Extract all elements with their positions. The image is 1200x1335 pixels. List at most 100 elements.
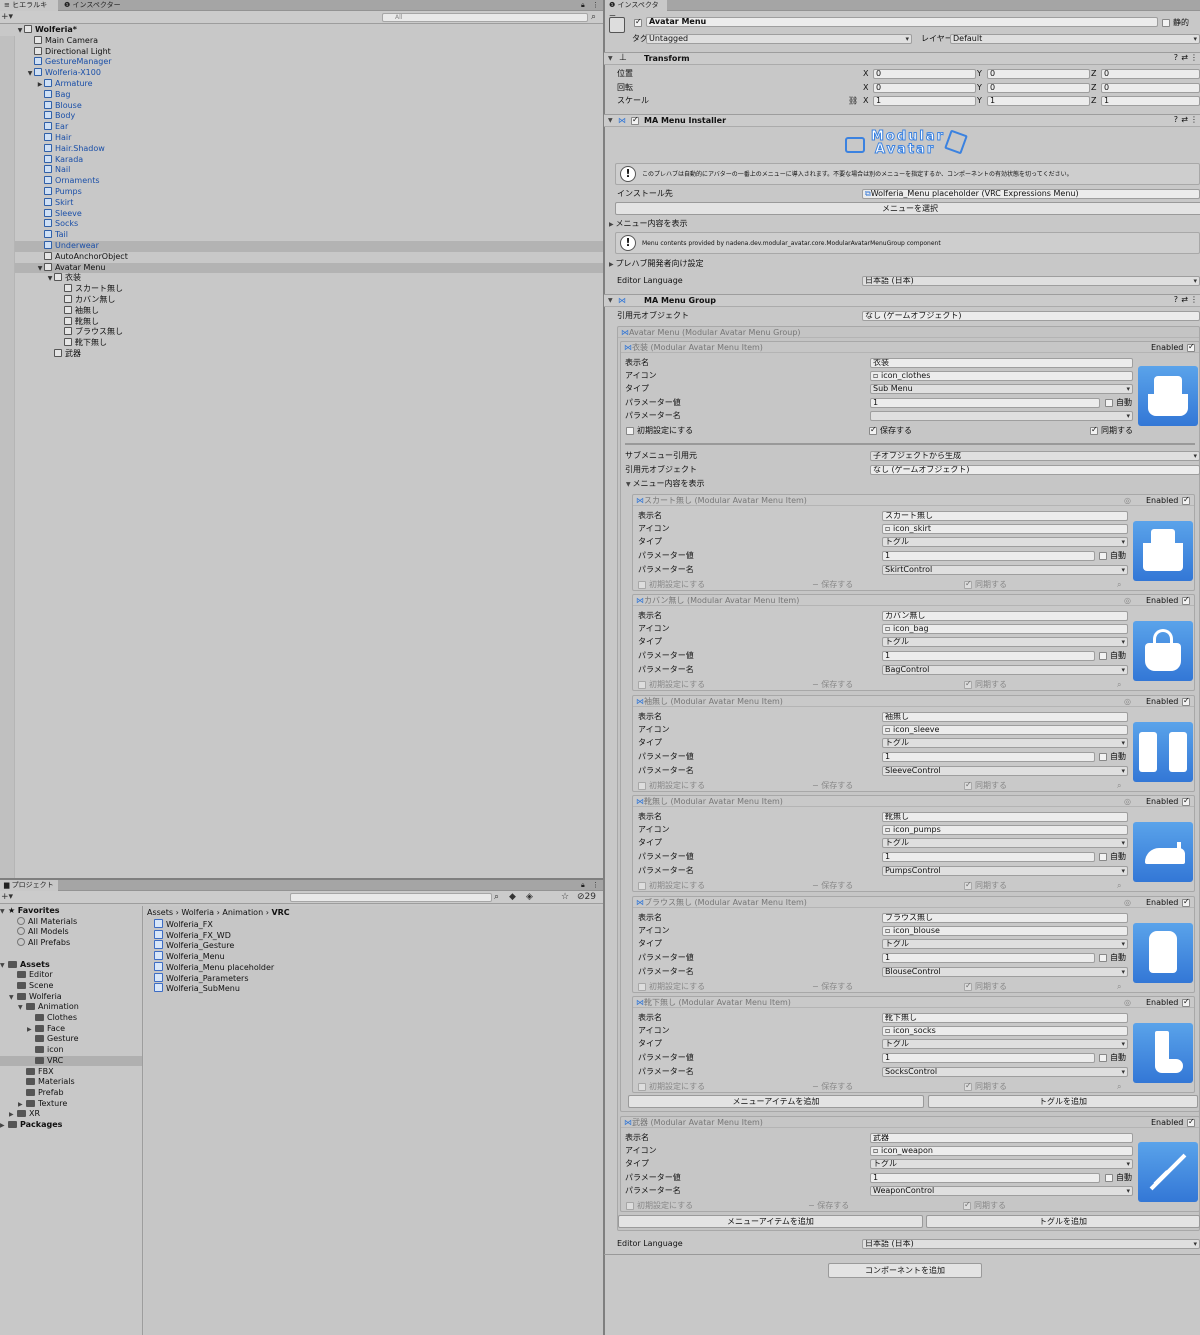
item-name-field[interactable]: スカート無し: [882, 511, 1128, 521]
hidden-count-icon[interactable]: ⊘29: [577, 891, 596, 904]
item-name-field[interactable]: 袖無し: [882, 711, 1128, 722]
hierarchy-search-input[interactable]: All: [382, 13, 588, 22]
project-tree-item[interactable]: ▼ Wolferia: [0, 992, 142, 1003]
item-type-dropdown[interactable]: トグル: [882, 737, 1128, 748]
tag-icon[interactable]: ◈: [526, 891, 533, 904]
hierarchy-row[interactable]: Bag: [0, 89, 603, 101]
settings-circle-icon[interactable]: ◎: [1124, 796, 1131, 807]
search-icon[interactable]: ⌕: [1117, 880, 1121, 891]
submenu-show-foldout[interactable]: ▼ メニュー内容を表示: [626, 478, 705, 490]
item-auto-checkbox[interactable]: [1099, 552, 1107, 560]
item-name-field[interactable]: ブラウス無し: [882, 912, 1128, 923]
axis-y-label[interactable]: Y: [977, 82, 982, 93]
weapon-type-dropdown[interactable]: トグル: [870, 1159, 1133, 1169]
hierarchy-row[interactable]: スカート無し: [0, 284, 603, 295]
project-tree-item[interactable]: Gesture: [0, 1034, 142, 1045]
hierarchy-row[interactable]: Socks: [0, 219, 603, 230]
item-enabled-checkbox[interactable]: [1182, 696, 1190, 706]
transform-x-field[interactable]: 1: [873, 96, 976, 106]
submenu-add-toggle-button[interactable]: トグルを追加: [928, 1095, 1198, 1108]
hierarchy-row[interactable]: GestureManager: [0, 57, 603, 68]
item-param-name-field[interactable]: SleeveControl: [882, 765, 1128, 776]
item-param-name-field[interactable]: PumpsControl: [882, 866, 1128, 877]
settings-circle-icon[interactable]: ◎: [1124, 997, 1131, 1008]
hierarchy-row[interactable]: ▼ Avatar Menu: [0, 262, 603, 274]
add-component-button[interactable]: コンポーネントを追加: [828, 1263, 982, 1278]
project-tree-item[interactable]: ▼ Assets: [0, 960, 142, 971]
group-add-item-button[interactable]: メニューアイテムを追加: [618, 1215, 923, 1228]
item-icon-field[interactable]: ▫ icon_socks: [882, 1026, 1128, 1036]
asset-item[interactable]: Wolferia_Menu: [154, 951, 225, 962]
item-auto-checkbox[interactable]: [1099, 1054, 1107, 1062]
hierarchy-row[interactable]: Underwear: [0, 241, 603, 252]
tab-inspector[interactable]: ❶ インスペクター: [605, 0, 667, 20]
search-by-type-icon[interactable]: ⌕: [494, 891, 499, 904]
project-tree-item[interactable]: VRC: [0, 1055, 142, 1067]
hierarchy-row[interactable]: Hair: [0, 133, 603, 144]
weapon-param-value-field[interactable]: 1: [870, 1173, 1100, 1183]
group-add-toggle-button[interactable]: トグルを追加: [926, 1215, 1200, 1228]
search-icon[interactable]: ⌕: [1117, 780, 1121, 791]
project-tree-item[interactable]: Materials: [0, 1077, 142, 1088]
item-param-value-field[interactable]: 1: [882, 852, 1095, 863]
transform-z-field[interactable]: 0: [1101, 82, 1200, 93]
item-auto-checkbox[interactable]: [1099, 953, 1107, 962]
item-enabled-checkbox[interactable]: [1182, 997, 1190, 1007]
weapon-enabled-checkbox[interactable]: [1187, 1117, 1195, 1127]
add-icon[interactable]: +▾: [1, 891, 13, 904]
submenu-object-field[interactable]: なし (ゲームオブジェクト): [870, 465, 1200, 475]
item-auto-checkbox[interactable]: [1099, 652, 1107, 661]
item-name-field[interactable]: カバン無し: [882, 611, 1128, 622]
item-param-value-field[interactable]: 1: [882, 952, 1095, 963]
kebab-menu-icon[interactable]: ⋮: [588, 0, 603, 11]
item-enabled-checkbox[interactable]: [1182, 796, 1190, 807]
project-tree-item[interactable]: ▶ Face: [0, 1024, 142, 1035]
menu-installer-header[interactable]: ▼ ⋈ MA Menu Installer ? ⇄ ⋮: [604, 114, 1200, 127]
item-icon-field[interactable]: ▫ icon_pumps: [882, 825, 1128, 836]
hierarchy-row[interactable]: Blouse: [0, 100, 603, 112]
kebab-menu-icon[interactable]: ⋮: [1190, 53, 1198, 62]
static-checkbox[interactable]: [1162, 19, 1170, 27]
layer-dropdown[interactable]: Default: [950, 34, 1200, 44]
item-icon-field[interactable]: ▫ icon_sleeve: [882, 724, 1128, 735]
project-tree-item[interactable]: Editor: [0, 970, 142, 981]
asset-item[interactable]: Wolferia_FX: [154, 919, 213, 930]
hierarchy-row[interactable]: Skirt: [0, 197, 603, 209]
tab-hierarchy[interactable]: ≡ ヒエラルキー: [0, 0, 58, 20]
item-enabled-checkbox[interactable]: [1182, 897, 1190, 907]
clothes-icon-field[interactable]: ▫ icon_clothes: [870, 371, 1133, 381]
item-type-dropdown[interactable]: トグル: [882, 537, 1128, 547]
submenu-add-item-button[interactable]: メニューアイテムを追加: [628, 1095, 924, 1108]
project-tree-item[interactable]: Prefab: [0, 1088, 142, 1099]
project-tree-item[interactable]: All Prefabs: [0, 938, 142, 949]
clothes-name-field[interactable]: 衣装: [870, 358, 1133, 368]
active-checkbox[interactable]: [634, 17, 642, 27]
project-tree-item[interactable]: ▶ Packages: [0, 1120, 142, 1131]
breadcrumb-item[interactable]: Assets: [147, 908, 173, 917]
hierarchy-row[interactable]: Directional Light: [0, 46, 603, 58]
settings-circle-icon[interactable]: ◎: [1124, 595, 1131, 606]
transform-z-field[interactable]: 0: [1101, 69, 1200, 79]
hierarchy-row[interactable]: 靴下無し: [0, 338, 603, 349]
axis-x-label[interactable]: X: [863, 95, 868, 106]
asset-item[interactable]: Wolferia_SubMenu: [154, 983, 240, 994]
axis-z-label[interactable]: Z: [1091, 82, 1096, 93]
item-icon-field[interactable]: ▫ icon_bag: [882, 624, 1128, 635]
item-param-value-field[interactable]: 1: [882, 551, 1095, 561]
item-name-field[interactable]: 靴無し: [882, 812, 1128, 823]
hierarchy-row[interactable]: Nail: [0, 165, 603, 176]
search-icon[interactable]: ⌕: [1117, 1081, 1121, 1092]
preset-icon[interactable]: ⇄: [1181, 295, 1188, 304]
hierarchy-row[interactable]: Ornaments: [0, 176, 603, 187]
search-icon[interactable]: ⌕: [1117, 579, 1121, 590]
project-tree-item[interactable]: icon: [0, 1045, 142, 1056]
kebab-menu-icon[interactable]: ⋮: [1190, 115, 1198, 124]
clothes-synced-checkbox[interactable]: [1090, 425, 1098, 435]
item-enabled-checkbox[interactable]: [1182, 495, 1190, 505]
item-name-field[interactable]: 靴下無し: [882, 1013, 1128, 1023]
select-menu-button[interactable]: メニューを選択: [615, 202, 1200, 215]
group-source-field[interactable]: なし (ゲームオブジェクト): [862, 311, 1200, 321]
clothes-type-dropdown[interactable]: Sub Menu: [870, 384, 1133, 394]
hierarchy-row[interactable]: Body: [0, 111, 603, 122]
clothes-param-value-field[interactable]: 1: [870, 398, 1100, 408]
